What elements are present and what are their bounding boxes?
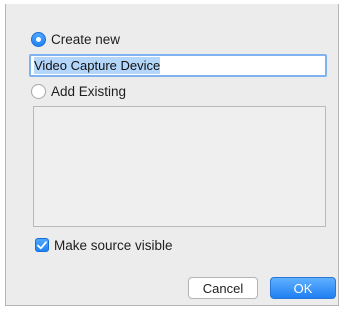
checkmark-icon	[37, 240, 47, 249]
source-name-value[interactable]: Video Capture Device	[34, 57, 161, 74]
cancel-button[interactable]: Cancel	[188, 277, 258, 299]
create-new-option[interactable]: Create new	[31, 30, 120, 48]
add-existing-label[interactable]: Add Existing	[51, 84, 126, 99]
ok-button[interactable]: OK	[270, 277, 336, 299]
add-existing-option[interactable]: Add Existing	[31, 82, 126, 100]
make-visible-label[interactable]: Make source visible	[54, 238, 173, 253]
source-name-input[interactable]: Video Capture Device	[29, 54, 327, 77]
make-visible-checkbox[interactable]	[35, 238, 49, 252]
create-new-radio[interactable]	[31, 31, 46, 47]
make-visible-option[interactable]: Make source visible	[35, 236, 173, 254]
create-new-label[interactable]: Create new	[51, 32, 120, 47]
existing-sources-list[interactable]	[33, 106, 326, 227]
add-source-dialog: Create new Video Capture Device Add Exis…	[5, 4, 339, 306]
add-existing-radio[interactable]	[31, 83, 46, 99]
